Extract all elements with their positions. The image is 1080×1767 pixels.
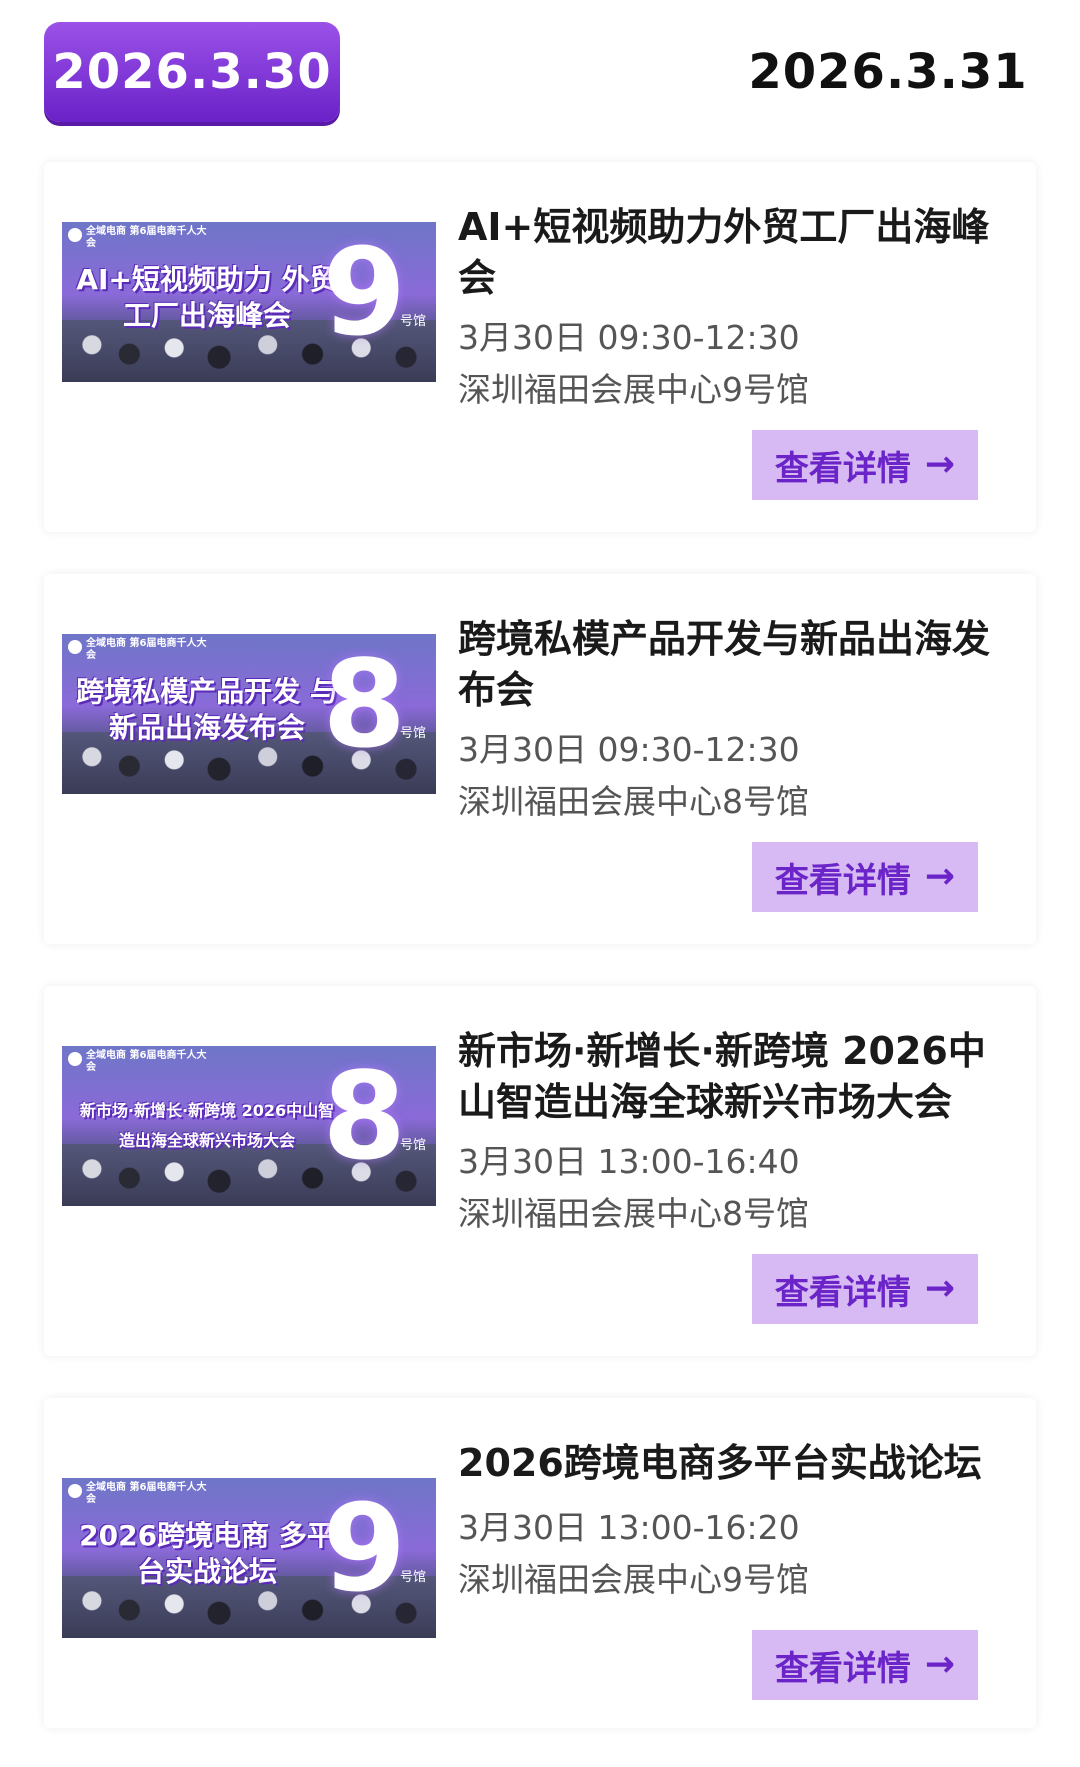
hall-number: 9	[322, 224, 407, 363]
view-details-label: 查看详情	[774, 1648, 911, 1689]
view-details-button[interactable]: 查看详情 →	[752, 430, 993, 515]
event-card[interactable]: 全域电商 第6届电商千人大会 2026跨境电商 多平台实战论坛 9 号馆 202…	[44, 1398, 1036, 1728]
event-time: 3月30日 13:00-16:20	[458, 1508, 800, 1547]
view-details-label: 查看详情	[774, 860, 911, 901]
event-time: 3月30日 09:30-12:30	[458, 318, 800, 357]
hall-label: 号馆	[399, 726, 426, 741]
thumb-title: AI+短视频助力 外贸工厂出海峰会	[76, 263, 338, 332]
event-venue: 深圳福田会展中心9号馆	[458, 1560, 809, 1599]
organizer-logo	[68, 640, 82, 654]
hall-number: 8	[322, 636, 407, 775]
date-tab-2026-3-30[interactable]: 2026.3.30	[44, 22, 340, 122]
event-thumbnail[interactable]: 全域电商 第6届电商千人大会 AI+短视频助力 外贸工厂出海峰会 9 号馆	[62, 222, 436, 382]
event-title: AI+短视频助力外贸工厂出海峰会	[458, 205, 990, 300]
event-venue: 深圳福田会展中心8号馆	[458, 1194, 809, 1233]
thumb-brand: 全域电商 第6届电商千人大会	[86, 638, 207, 661]
event-card[interactable]: 全域电商 第6届电商千人大会 新市场·新增长·新跨境 2026中山智造出海全球新…	[44, 986, 1036, 1356]
arrow-right-icon: →	[924, 1268, 956, 1309]
event-title: 新市场·新增长·新跨境 2026中山智造出海全球新兴市场大会	[458, 1029, 986, 1124]
arrow-right-icon: →	[924, 444, 956, 485]
thumb-title: 2026跨境电商 多平台实战论坛	[79, 1519, 335, 1588]
organizer-logo	[68, 1052, 82, 1066]
view-details-button[interactable]: 查看详情 →	[752, 1630, 993, 1715]
event-thumbnail[interactable]: 全域电商 第6届电商千人大会 新市场·新增长·新跨境 2026中山智造出海全球新…	[62, 1046, 436, 1206]
event-venue: 深圳福田会展中心8号馆	[458, 782, 809, 821]
view-details-label: 查看详情	[774, 1272, 911, 1313]
event-list: 全域电商 第6届电商千人大会 AI+短视频助力 外贸工厂出海峰会 9 号馆 AI…	[44, 162, 1036, 1728]
thumb-title: 新市场·新增长·新跨境 2026中山智造出海全球新兴市场大会	[79, 1101, 335, 1150]
organizer-logo	[68, 228, 82, 242]
date-tab-2026-3-31[interactable]: 2026.3.31	[740, 22, 1036, 122]
hall-number: 9	[322, 1480, 407, 1619]
thumb-title: 跨境私模产品开发 与新品出海发布会	[76, 675, 338, 744]
date-tabs: 2026.3.30 2026.3.31	[0, 0, 1080, 130]
view-details-button[interactable]: 查看详情 →	[752, 1254, 993, 1339]
organizer-logo	[68, 1484, 82, 1498]
event-thumbnail[interactable]: 全域电商 第6届电商千人大会 2026跨境电商 多平台实战论坛 9 号馆	[62, 1478, 436, 1638]
arrow-right-icon: →	[924, 856, 956, 897]
event-time: 3月30日 13:00-16:40	[458, 1142, 800, 1181]
hall-label: 号馆	[399, 1138, 426, 1153]
event-card[interactable]: 全域电商 第6届电商千人大会 跨境私模产品开发 与新品出海发布会 8 号馆 跨境…	[44, 574, 1036, 944]
event-time: 3月30日 09:30-12:30	[458, 730, 800, 769]
event-thumbnail[interactable]: 全域电商 第6届电商千人大会 跨境私模产品开发 与新品出海发布会 8 号馆	[62, 634, 436, 794]
event-venue: 深圳福田会展中心9号馆	[458, 370, 809, 409]
arrow-right-icon: →	[924, 1644, 956, 1685]
view-details-label: 查看详情	[774, 448, 911, 489]
event-title: 2026跨境电商多平台实战论坛	[458, 1441, 982, 1485]
hall-number: 8	[322, 1048, 407, 1187]
event-title: 跨境私模产品开发与新品出海发布会	[458, 617, 991, 712]
hall-label: 号馆	[399, 314, 426, 329]
view-details-button[interactable]: 查看详情 →	[752, 842, 993, 927]
hall-label: 号馆	[399, 1570, 426, 1585]
event-card[interactable]: 全域电商 第6届电商千人大会 AI+短视频助力 外贸工厂出海峰会 9 号馆 AI…	[44, 162, 1036, 532]
thumb-brand: 全域电商 第6届电商千人大会	[86, 226, 207, 249]
thumb-brand: 全域电商 第6届电商千人大会	[86, 1482, 207, 1505]
thumb-brand: 全域电商 第6届电商千人大会	[86, 1050, 207, 1073]
